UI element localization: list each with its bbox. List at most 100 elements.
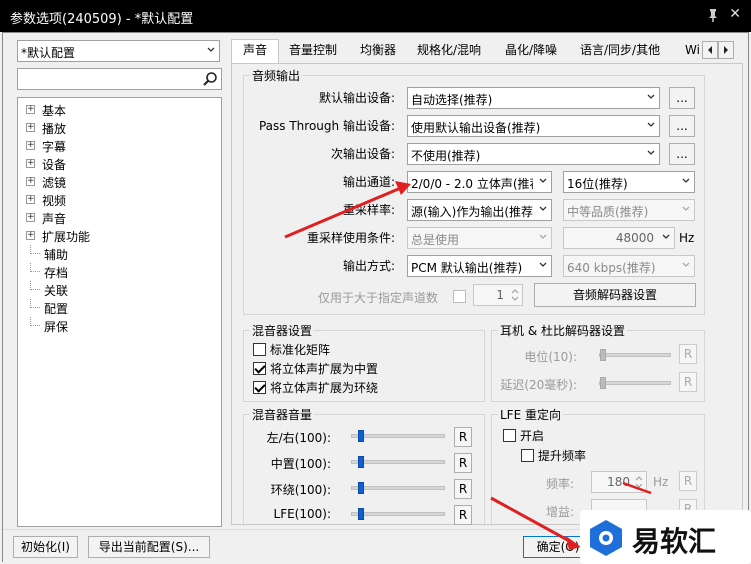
mixer-volume-slider-thumb[interactable] bbox=[358, 508, 364, 520]
expand-icon[interactable]: + bbox=[26, 213, 35, 222]
chevron-right-icon bbox=[724, 46, 728, 54]
pin-icon[interactable] bbox=[707, 8, 719, 22]
bitrate-select[interactable]: 640 kbps(推荐) bbox=[563, 255, 695, 277]
tree-item[interactable]: 关联 bbox=[20, 281, 210, 299]
expand-icon[interactable]: + bbox=[26, 159, 35, 168]
tab-equalizer[interactable]: 均衡器 bbox=[360, 40, 396, 62]
lfe-frequency-label: 频率: bbox=[546, 477, 575, 491]
expand-icon[interactable]: + bbox=[26, 195, 35, 204]
tree-item[interactable]: + 扩展功能 bbox=[20, 227, 210, 245]
mixer-volume-slider[interactable] bbox=[351, 434, 445, 438]
tree-item-label: 声音 bbox=[42, 212, 67, 226]
tree-connector bbox=[30, 299, 40, 308]
tree-item-label: 配置 bbox=[44, 302, 69, 316]
tree-item[interactable]: + 设备 bbox=[20, 155, 210, 173]
expand-icon[interactable]: + bbox=[26, 123, 35, 132]
center-expand-checkbox[interactable] bbox=[253, 362, 266, 375]
quality-select[interactable]: 中等品质(推荐) bbox=[563, 199, 695, 221]
level-slider[interactable] bbox=[599, 353, 671, 357]
lfe-boost-label: 提升频率 bbox=[538, 449, 587, 463]
tab-wi[interactable]: Wi bbox=[685, 40, 700, 62]
watermark-logo: 易软汇 bbox=[580, 510, 751, 564]
normalize-matrix-checkbox[interactable] bbox=[253, 343, 266, 356]
tree-item[interactable]: 辅助 bbox=[20, 245, 210, 263]
passthrough-select[interactable]: 使用默认输出设备(推荐) bbox=[407, 115, 660, 137]
expand-icon[interactable]: + bbox=[26, 105, 35, 114]
tab-scroll-left-button[interactable] bbox=[702, 41, 718, 59]
mixer-volume-reset-button[interactable]: R bbox=[454, 505, 472, 525]
chevron-down-icon bbox=[539, 206, 547, 211]
default-device-more-button[interactable]: ... bbox=[669, 87, 695, 109]
tree-item[interactable]: 屏保 bbox=[20, 317, 210, 335]
mixer-volume-slider-thumb[interactable] bbox=[358, 430, 364, 442]
level-label: 电位(10): bbox=[524, 350, 577, 364]
mixer-volume-slider-thumb[interactable] bbox=[358, 456, 364, 468]
tab-normalize-reverb[interactable]: 规格化/混响 bbox=[417, 40, 481, 62]
mixer-volume-reset-button[interactable]: R bbox=[454, 479, 472, 499]
brand-logo-icon bbox=[590, 520, 622, 556]
tree-item[interactable]: 配置 bbox=[20, 299, 210, 317]
output-channel-select[interactable]: 2/0/0 - 2.0 立体声(推荐) bbox=[407, 171, 552, 193]
chevron-left-icon bbox=[708, 46, 712, 54]
resample-rate-value: 源(输入)作为输出(推荐) bbox=[411, 205, 533, 219]
output-mode-select[interactable]: PCM 默认输出(推荐) bbox=[407, 255, 552, 277]
tree-item[interactable]: + 视频 bbox=[20, 191, 210, 209]
delay-reset-button[interactable]: R bbox=[679, 372, 697, 392]
default-device-value: 自动选择(推荐) bbox=[411, 93, 493, 107]
passthrough-more-button[interactable]: ... bbox=[669, 115, 695, 137]
close-icon[interactable]: ✕ bbox=[729, 6, 741, 22]
delay-slider[interactable] bbox=[599, 381, 671, 385]
resample-condition-select[interactable]: 总是使用 bbox=[407, 227, 552, 249]
channel-count-spinner[interactable]: 1 bbox=[473, 284, 523, 306]
tree-item[interactable]: + 声音 bbox=[20, 209, 210, 227]
resample-rate-select[interactable]: 源(输入)作为输出(推荐) bbox=[407, 199, 552, 221]
mixer-volume-slider[interactable] bbox=[351, 512, 445, 516]
delay-slider-thumb[interactable] bbox=[600, 377, 606, 389]
surround-expand-checkbox[interactable] bbox=[253, 381, 266, 394]
tab-language-sync-other[interactable]: 语言/同步/其他 bbox=[580, 40, 660, 62]
mixer-volume-slider-thumb[interactable] bbox=[358, 482, 364, 494]
tab-crystal-denoise[interactable]: 晶化/降噪 bbox=[505, 40, 557, 62]
tab-volume-control[interactable]: 音量控制 bbox=[289, 40, 337, 62]
sample-rate-select[interactable]: 48000 bbox=[563, 227, 675, 249]
default-device-label: 默认输出设备: bbox=[318, 91, 395, 105]
only-above-channels-checkbox[interactable] bbox=[453, 290, 466, 303]
search-input[interactable] bbox=[17, 68, 222, 90]
expand-icon[interactable]: + bbox=[26, 231, 35, 240]
tree-item[interactable]: + 播放 bbox=[20, 119, 210, 137]
search-icon[interactable] bbox=[202, 71, 218, 87]
tab-sound[interactable]: 声音 bbox=[243, 40, 267, 62]
secondary-device-more-button[interactable]: ... bbox=[669, 143, 695, 165]
initialize-button[interactable]: 初始化(I) bbox=[13, 536, 78, 558]
tree-item[interactable]: + 字幕 bbox=[20, 137, 210, 155]
expand-icon[interactable]: + bbox=[26, 177, 35, 186]
tree-item-label: 屏保 bbox=[44, 320, 69, 334]
audio-decoder-settings-button[interactable]: 音频解码器设置 bbox=[534, 283, 696, 307]
tree-item[interactable]: 存档 bbox=[20, 263, 210, 281]
lfe-enable-checkbox[interactable] bbox=[503, 429, 516, 442]
tree-item-label: 扩展功能 bbox=[42, 230, 91, 244]
level-slider-thumb[interactable] bbox=[600, 349, 606, 361]
default-device-select[interactable]: 自动选择(推荐) bbox=[407, 87, 660, 109]
export-profile-button[interactable]: 导出当前配置(S)... bbox=[88, 536, 210, 558]
lfe-frequency-reset-button[interactable]: R bbox=[679, 471, 697, 491]
lfe-frequency-spinner[interactable]: 180 bbox=[591, 471, 647, 493]
level-reset-button[interactable]: R bbox=[679, 344, 697, 364]
mixer-volume-slider[interactable] bbox=[351, 460, 445, 464]
resample-condition-value: 总是使用 bbox=[411, 233, 460, 247]
profile-select[interactable]: *默认配置 bbox=[17, 40, 220, 62]
lfe-enable-label: 开启 bbox=[520, 429, 545, 443]
expand-icon[interactable]: + bbox=[26, 141, 35, 150]
mixer-volume-slider[interactable] bbox=[351, 486, 445, 490]
secondary-device-select[interactable]: 不使用(推荐) bbox=[407, 143, 660, 165]
mixer-volume-reset-button[interactable]: R bbox=[454, 453, 472, 473]
tree-item[interactable]: + 滤镜 bbox=[20, 173, 210, 191]
tree-item[interactable]: + 基本 bbox=[20, 101, 210, 119]
surround-expand-label: 将立体声扩展为环绕 bbox=[270, 381, 379, 395]
mixer-volume-reset-button[interactable]: R bbox=[454, 427, 472, 447]
lfe-boost-checkbox[interactable] bbox=[521, 449, 534, 462]
bit-depth-select[interactable]: 16位(推荐) bbox=[563, 171, 695, 193]
chevron-down-icon bbox=[539, 178, 547, 183]
mixer-volume-title: 混音器音量 bbox=[250, 406, 315, 423]
tab-scroll-right-button[interactable] bbox=[718, 41, 734, 59]
